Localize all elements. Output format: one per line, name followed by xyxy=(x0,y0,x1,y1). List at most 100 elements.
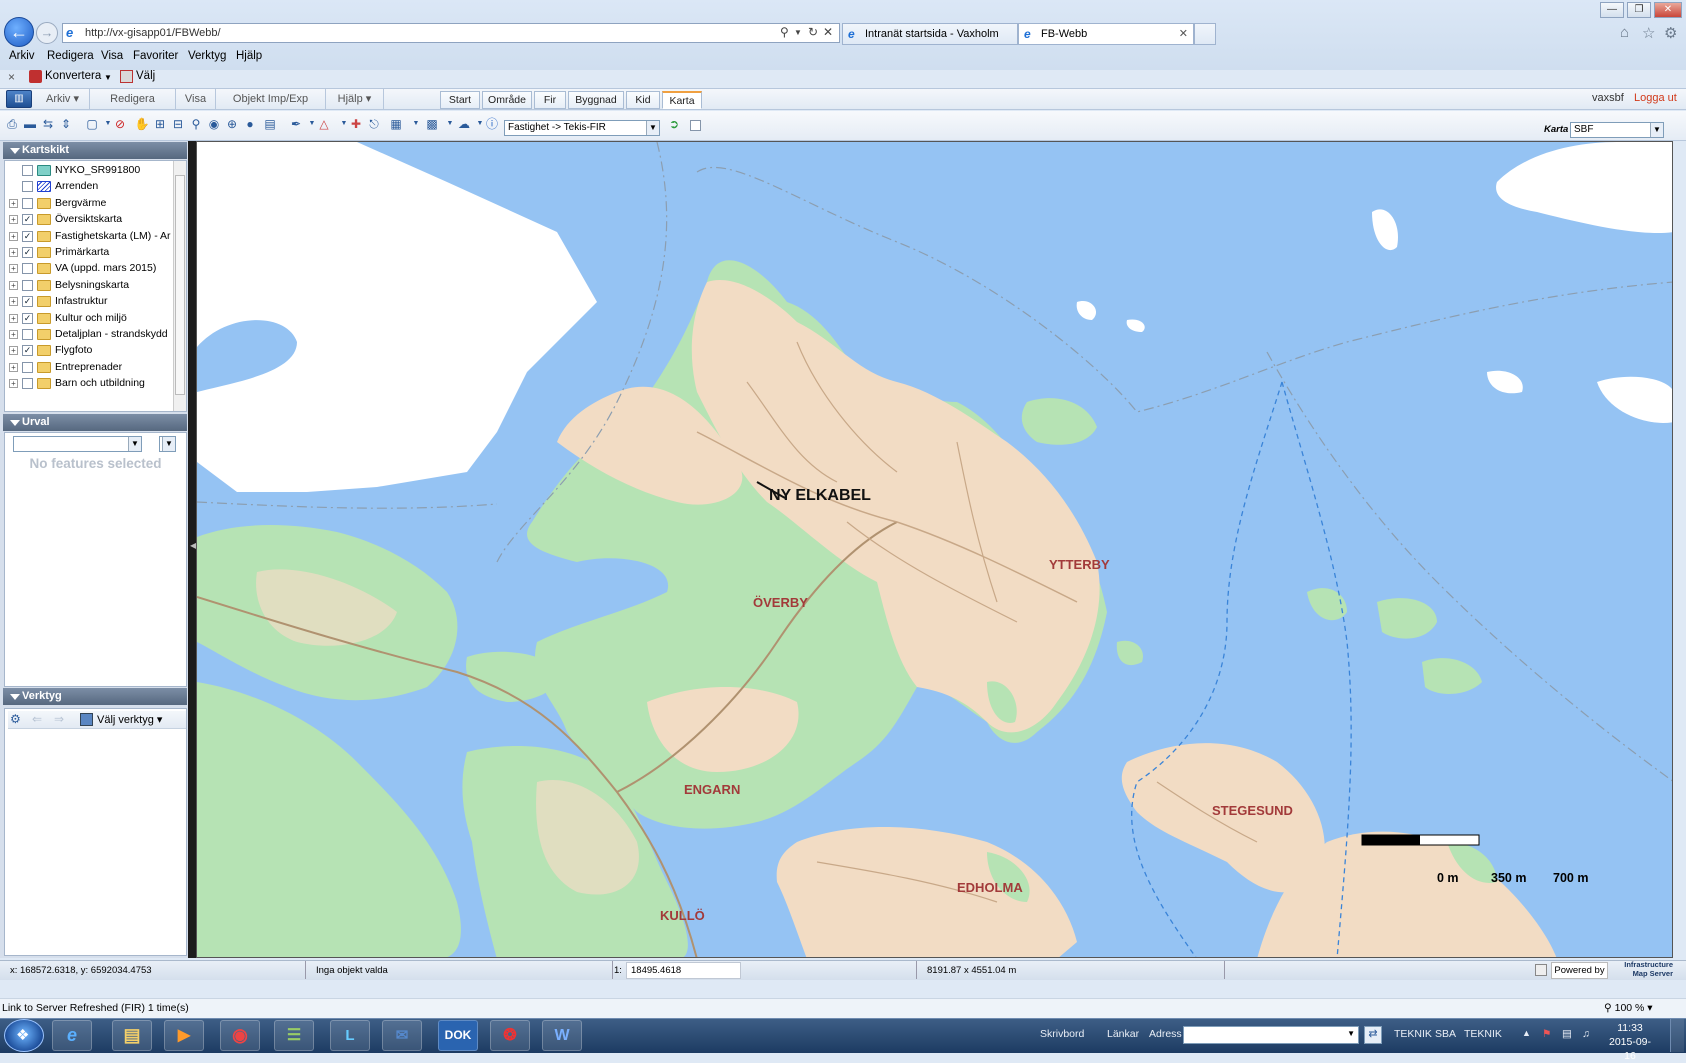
layer-row[interactable]: + Entreprenader xyxy=(5,359,177,376)
go-icon[interactable]: ⇄ xyxy=(1364,1026,1382,1044)
layer-checkbox[interactable] xyxy=(22,361,33,373)
map-select[interactable]: SBF ▼ xyxy=(1570,122,1664,138)
urval-option-select[interactable]: ▼ xyxy=(159,436,176,452)
convert-button[interactable]: Konvertera xyxy=(45,70,101,82)
start-button[interactable]: ❖ xyxy=(4,1019,44,1052)
expand-icon[interactable]: + xyxy=(9,362,18,372)
layer-row[interactable]: Arrenden xyxy=(5,178,177,195)
globe-icon[interactable]: ● xyxy=(242,116,258,132)
new-tab-button[interactable] xyxy=(1194,23,1216,45)
location-pin-icon[interactable]: ◉ xyxy=(206,116,222,132)
taskbar-acrobat[interactable]: ❂ xyxy=(490,1020,530,1051)
toolbar-links[interactable]: Länkar xyxy=(1107,1028,1139,1040)
show-desktop-button[interactable] xyxy=(1670,1019,1684,1052)
menu-verktyg[interactable]: Verktyg xyxy=(188,50,226,62)
menu-visa[interactable]: Visa xyxy=(101,50,123,62)
menu-favoriter[interactable]: Favoriter xyxy=(133,50,178,62)
forward-arrow-icon[interactable]: ⇒ xyxy=(54,712,64,726)
tab-fbwebb[interactable]: e FB-Webb ✕ xyxy=(1018,23,1194,45)
zoom-out-icon[interactable]: ⊟ xyxy=(170,116,186,132)
layer-checkbox[interactable] xyxy=(22,263,33,275)
settings-gear-icon[interactable]: ⚙ xyxy=(1664,24,1677,42)
tab-omrade[interactable]: Område xyxy=(482,91,532,109)
layer-checkbox[interactable]: ✓ xyxy=(22,214,33,226)
layer-checkbox[interactable]: ✓ xyxy=(22,230,33,242)
status-icon[interactable] xyxy=(1535,964,1547,976)
cloud-icon[interactable]: ☁ xyxy=(456,116,472,132)
expand-icon[interactable]: + xyxy=(9,231,18,241)
tab-byggnad[interactable]: Byggnad xyxy=(568,91,624,109)
expand-icon[interactable]: + xyxy=(9,313,18,323)
minimize-button[interactable]: — xyxy=(1600,2,1624,18)
network-icon[interactable]: ▤ xyxy=(1562,1028,1572,1040)
stop-icon[interactable]: ✕ xyxy=(823,25,833,39)
chevron-down-icon[interactable]: ▼ xyxy=(794,28,802,37)
layer-checkbox[interactable]: ✓ xyxy=(22,312,33,324)
expand-icon[interactable]: + xyxy=(9,330,18,339)
clock[interactable]: 11:33 2015-09-16 xyxy=(1606,1021,1654,1063)
layer-row[interactable]: + ✓ Flygfoto xyxy=(5,342,177,359)
chevron-down-icon[interactable]: ▼ xyxy=(408,116,424,132)
taskbar-dok[interactable]: DOK xyxy=(438,1020,478,1051)
taskbar-lync[interactable]: L xyxy=(330,1020,370,1051)
report-icon[interactable]: ▦ xyxy=(388,116,404,132)
tab-karta[interactable]: Karta xyxy=(662,91,702,109)
draw-line-icon[interactable]: ✒ xyxy=(288,116,304,132)
taskbar-outlook[interactable]: ✉ xyxy=(382,1020,422,1051)
layer-row[interactable]: + ✓ Kultur och miljö xyxy=(5,310,177,327)
home-icon[interactable]: ⌂ xyxy=(1620,24,1629,41)
screen-icon[interactable]: ▩ xyxy=(424,116,440,132)
urval-panel-header[interactable]: Urval xyxy=(3,414,187,431)
layer-row[interactable]: + Detaljplan - strandskydd xyxy=(5,326,177,343)
edit-node-icon[interactable]: ✚ xyxy=(348,116,364,132)
print-icon[interactable]: ⎙ xyxy=(4,116,20,132)
restore-button[interactable]: ❐ xyxy=(1627,2,1651,18)
layer-checkbox[interactable] xyxy=(22,181,33,193)
layer-row[interactable]: + Bergvärme xyxy=(5,195,177,212)
erase-icon[interactable]: ⎋ xyxy=(366,116,382,132)
tab-fir[interactable]: Fir xyxy=(534,91,566,109)
forward-button[interactable]: → xyxy=(36,22,58,44)
layer-checkbox[interactable]: ✓ xyxy=(22,345,33,357)
layer-row[interactable]: + ✓ Översiktskarta xyxy=(5,211,177,228)
zoom-full-icon[interactable]: ⊕ xyxy=(224,116,240,132)
layer-row[interactable]: + Belysningskarta xyxy=(5,277,177,294)
layer-checkbox[interactable] xyxy=(22,197,33,209)
pan-hand-icon[interactable]: ✋ xyxy=(134,116,150,132)
pan-arrows-icon[interactable]: ⇕ xyxy=(58,116,74,132)
layer-scrollbar[interactable] xyxy=(173,161,186,411)
address-bar[interactable]: http://vx-gisapp01/FBWebb/ xyxy=(62,23,840,43)
panel-splitter[interactable]: ◀ xyxy=(188,141,196,958)
menu-redigera[interactable]: Redigera xyxy=(47,50,94,62)
logout-link[interactable]: Logga ut xyxy=(1634,92,1677,104)
menu-arkiv[interactable]: Arkiv xyxy=(9,50,35,62)
zoom-level[interactable]: ⚲ 100 % ▾ xyxy=(1604,999,1653,1017)
layer-row[interactable]: + Barn och utbildning xyxy=(5,375,177,392)
taskbar-media[interactable]: ▶ xyxy=(164,1020,204,1051)
choose-tool-button[interactable]: Välj verktyg ▾ xyxy=(97,713,162,726)
taskbar-word[interactable]: W xyxy=(542,1020,582,1051)
tab-kid[interactable]: Kid xyxy=(626,91,660,109)
back-arrow-icon[interactable]: ⇐ xyxy=(32,712,42,726)
layer-checkbox[interactable] xyxy=(22,378,33,390)
close-cmdbar-icon[interactable]: × xyxy=(8,70,15,84)
tab-start[interactable]: Start xyxy=(440,91,480,109)
close-window-button[interactable]: ✕ xyxy=(1654,2,1682,18)
expand-icon[interactable]: + xyxy=(9,264,18,274)
app-menu-hjalp[interactable]: Hjälp ▾ xyxy=(326,89,384,109)
expand-icon[interactable]: + xyxy=(9,297,18,307)
show-hidden-icons[interactable]: ▲ xyxy=(1522,1028,1531,1038)
layer-checkbox[interactable] xyxy=(22,329,33,340)
flag-icon[interactable]: ⚑ xyxy=(1542,1028,1551,1040)
expand-icon[interactable]: + xyxy=(9,215,18,225)
layer-row[interactable]: + ✓ Infastruktur xyxy=(5,293,177,310)
back-button[interactable]: ← xyxy=(4,17,34,47)
layer-row[interactable]: NYKO_SR991800 xyxy=(5,162,177,179)
tray-item[interactable]: SBA xyxy=(1435,1028,1456,1040)
map-canvas[interactable]: NY ELKABEL ÖVERBY YTTERBY ENGARN STEGESU… xyxy=(196,141,1673,958)
verktyg-panel-header[interactable]: Verktyg xyxy=(3,688,187,705)
favorites-star-icon[interactable]: ☆ xyxy=(1642,24,1655,42)
measure-icon[interactable]: ▬ xyxy=(22,116,38,132)
close-tab-icon[interactable]: ✕ xyxy=(1179,24,1188,44)
expand-icon[interactable]: + xyxy=(9,198,18,208)
